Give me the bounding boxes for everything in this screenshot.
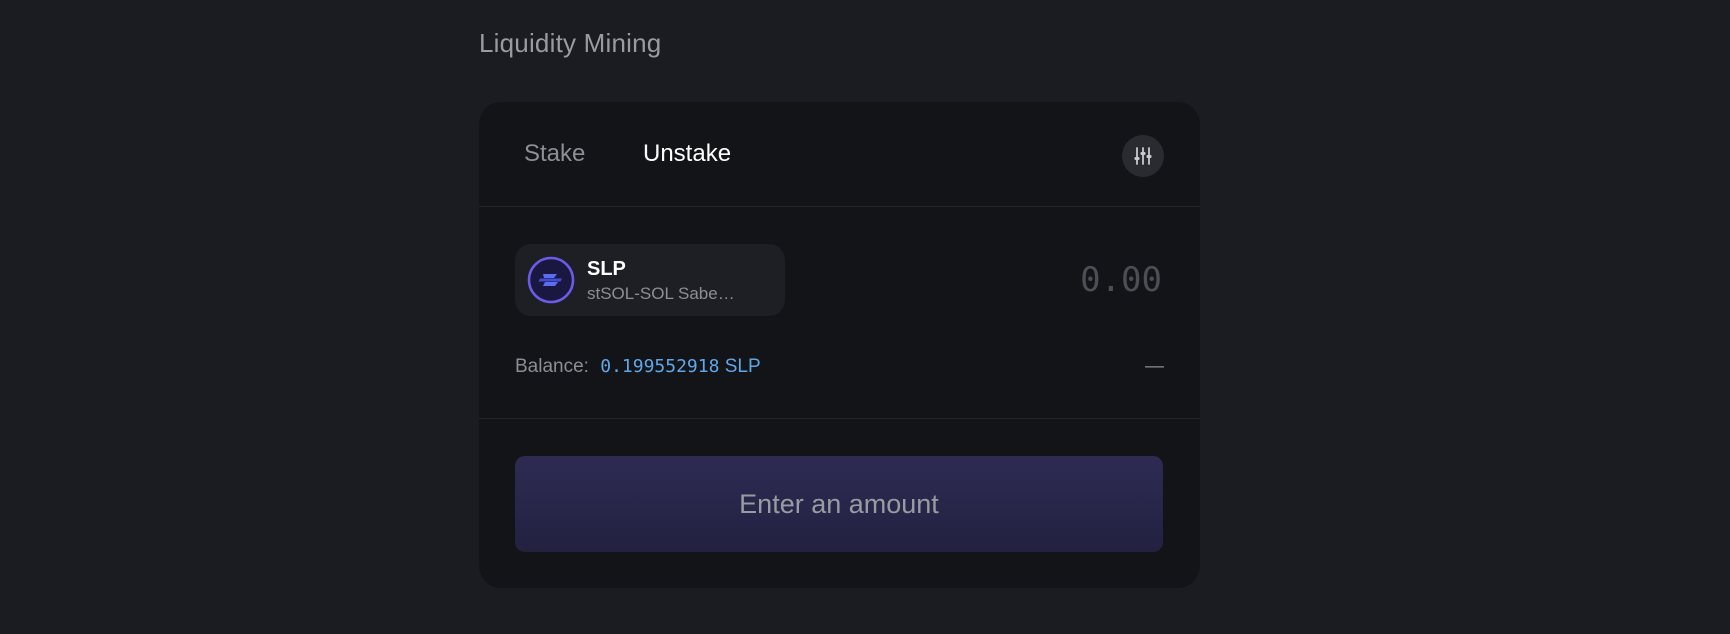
token-name: stSOL-SOL Sabe… xyxy=(587,284,735,303)
amount-field xyxy=(822,257,1162,303)
balance-row: Balance: 0.199552918 SLP xyxy=(515,356,761,378)
tab-unstake[interactable]: Unstake xyxy=(643,140,731,168)
balance-label: Balance: xyxy=(515,356,589,377)
usd-value: — xyxy=(1145,356,1164,377)
divider xyxy=(479,418,1200,419)
saber-logo-icon xyxy=(527,256,575,304)
settings-button[interactable] xyxy=(1122,135,1164,177)
tab-bar: Stake Unstake xyxy=(479,102,1200,207)
balance-value[interactable]: 0.199552918 SLP xyxy=(600,356,760,377)
sliders-icon xyxy=(1134,147,1152,165)
page-title: Liquidity Mining xyxy=(479,28,662,58)
stake-card: Stake Unstake SLP stSOL-SOL Sabe… 0.00 B… xyxy=(479,102,1200,588)
amount-input[interactable] xyxy=(822,257,1162,303)
liquidity-mining-page: Liquidity Mining Stake Unstake SLP stSOL… xyxy=(0,0,1730,634)
token-symbol: SLP xyxy=(587,258,626,280)
tab-stake[interactable]: Stake xyxy=(524,140,585,168)
enter-amount-button[interactable]: Enter an amount xyxy=(515,456,1163,552)
token-selector[interactable]: SLP stSOL-SOL Sabe… xyxy=(515,244,785,316)
balance-amount: 0.199552918 xyxy=(600,356,720,377)
balance-unit: SLP xyxy=(724,356,761,377)
